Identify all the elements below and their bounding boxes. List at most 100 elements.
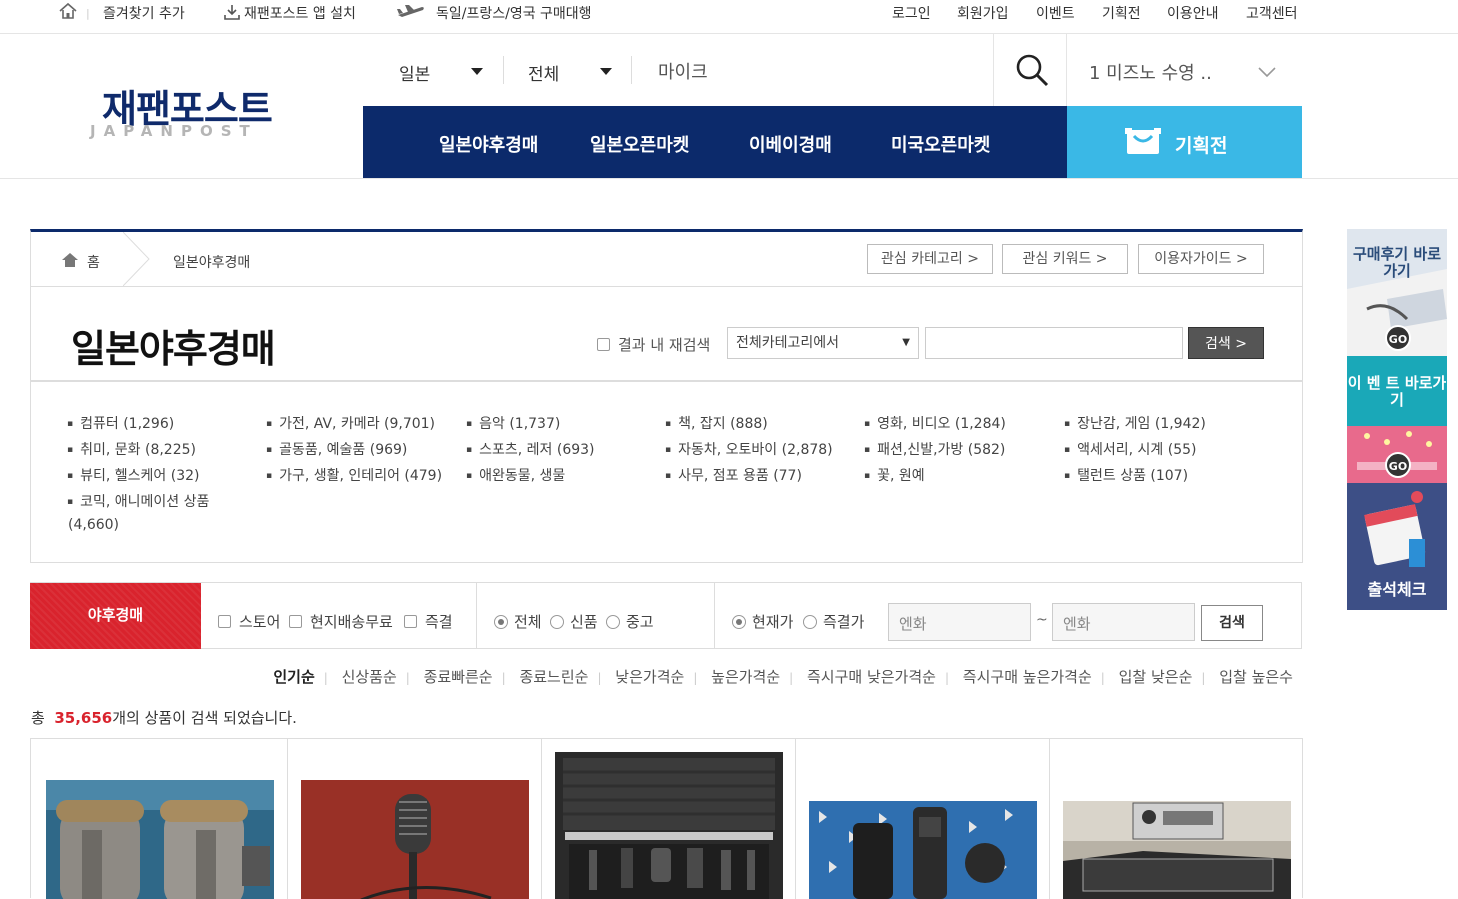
nav-tab-ebay-auction[interactable]: 이베이경매 [749, 131, 832, 157]
category-link[interactable]: 장난감, 게임 (1,942) [1064, 413, 1206, 433]
product-image[interactable] [555, 752, 783, 899]
category-link[interactable]: 애완동물, 생물 [466, 465, 565, 485]
support-link[interactable]: 고객센터 [1246, 3, 1298, 23]
chevron-down-icon[interactable] [471, 68, 483, 75]
separator: | [789, 671, 794, 685]
category-link[interactable]: 골동품, 예술품 (969) [266, 439, 407, 459]
category-count[interactable]: (4,660) [68, 517, 119, 533]
special-promo-button[interactable]: 기획전 [1067, 106, 1302, 179]
free-shipping-filter[interactable]: 현지배송무료 [289, 611, 393, 632]
home-icon[interactable] [61, 252, 79, 268]
sort-bids-low[interactable]: 입찰 낮은순 [1119, 666, 1193, 687]
store-filter[interactable]: 스토어 [218, 611, 280, 632]
category-select[interactable]: 전체 [528, 60, 559, 85]
chevron-down-icon[interactable] [1257, 66, 1277, 78]
checkbox[interactable] [218, 615, 231, 628]
refine-search-input[interactable] [925, 327, 1183, 359]
category-link[interactable]: 꽃, 원예 [864, 465, 925, 485]
radio[interactable] [606, 615, 620, 629]
price-min-input[interactable]: 엔화 [888, 603, 1031, 641]
price-current-radio[interactable]: 현재가 [732, 611, 793, 632]
nav-tab-japan-open-market[interactable]: 일본오픈마켓 [590, 131, 689, 157]
category-link[interactable]: 영화, 비디오 (1,284) [864, 413, 1006, 433]
quick-event-banner[interactable]: 이 벤 트 바로가기 GO [1347, 356, 1447, 483]
separator: | [597, 671, 602, 685]
refine-checkbox[interactable] [597, 338, 610, 351]
special-link[interactable]: 기획전 [1102, 3, 1141, 23]
site-logo[interactable]: 재팬포스트 JAPANPOST [90, 78, 300, 144]
category-link[interactable]: 취미, 문화 (8,225) [67, 439, 196, 459]
radio[interactable] [803, 615, 817, 629]
checkbox[interactable] [404, 615, 417, 628]
divider [476, 583, 477, 649]
login-link[interactable]: 로그인 [892, 3, 931, 23]
refine-search-button[interactable]: 검색 > [1188, 327, 1264, 359]
price-max-input[interactable]: 엔화 [1052, 603, 1195, 641]
product-image[interactable] [809, 801, 1037, 899]
sort-buynow-low[interactable]: 즉시구매 낮은가격순 [807, 666, 936, 687]
sort-ending-soon[interactable]: 종료빠른순 [424, 666, 493, 687]
refine-search-toggle[interactable]: 결과 내 재검색 [597, 334, 710, 355]
user-guide-button[interactable]: 이용자가이드 > [1138, 244, 1264, 274]
guide-link[interactable]: 이용안내 [1167, 3, 1219, 23]
sort-popular[interactable]: 인기순 [273, 666, 314, 687]
product-image[interactable] [301, 780, 529, 899]
nav-tab-yahoo-auction[interactable]: 일본야후경매 [439, 131, 538, 157]
category-link[interactable]: 탤런트 상품 (107) [1064, 465, 1188, 485]
condition-all-radio[interactable]: 전체 [494, 611, 542, 632]
category-link[interactable]: 자동차, 오토바이 (2,878) [665, 439, 833, 459]
category-link[interactable]: 사무, 점포 용품 (77) [665, 465, 802, 485]
price-buynow-radio[interactable]: 즉결가 [803, 611, 864, 632]
search-input[interactable] [658, 54, 978, 88]
category-link[interactable]: 뷰티, 헬스케어 (32) [67, 465, 199, 485]
radio[interactable] [550, 615, 564, 629]
category-link[interactable]: 패션,신발,가방 (582) [864, 439, 1005, 459]
product-card[interactable] [288, 739, 542, 899]
product-card[interactable] [1050, 739, 1304, 899]
bookmark-link[interactable]: 즐겨찾기 추가 [103, 3, 185, 23]
buy-now-filter[interactable]: 즉결 [404, 611, 453, 632]
event-link[interactable]: 이벤트 [1036, 3, 1075, 23]
category-link[interactable]: 코믹, 애니메이션 상품 [67, 491, 209, 511]
chevron-down-icon[interactable] [600, 68, 612, 75]
product-image[interactable] [1063, 801, 1291, 899]
sort-ending-late[interactable]: 종료느린순 [519, 666, 588, 687]
signup-link[interactable]: 회원가입 [957, 3, 1009, 23]
category-link[interactable]: 책, 잡지 (888) [665, 413, 768, 433]
recent-search-dropdown[interactable]: 1 미즈노 수영 .. [1067, 34, 1302, 106]
sort-bids-high[interactable]: 입찰 높은수 [1219, 666, 1293, 687]
price-search-button[interactable]: 검색 [1201, 605, 1263, 641]
quick-attendance-banner[interactable]: 출석체크 [1347, 483, 1447, 610]
product-card[interactable] [31, 739, 288, 899]
product-card[interactable] [796, 739, 1050, 899]
category-link[interactable]: 가구, 생활, 인테리어 (479) [266, 465, 442, 485]
market-select[interactable]: 일본 [399, 60, 430, 85]
refine-category-select[interactable]: 전체카테고리에서 ▼ [727, 327, 919, 359]
radio[interactable] [732, 615, 746, 629]
category-link[interactable]: 음악 (1,737) [466, 413, 560, 433]
search-bar: 일본 전체 [363, 34, 1067, 106]
search-button[interactable] [993, 34, 1067, 106]
checkbox[interactable] [289, 615, 302, 628]
favorite-category-button[interactable]: 관심 카테고리 > [867, 244, 993, 274]
category-link[interactable]: 컴퓨터 (1,296) [67, 413, 174, 433]
category-link[interactable]: 액세서리, 시계 (55) [1064, 439, 1196, 459]
app-install-link[interactable]: 재팬포스트 앱 설치 [244, 3, 356, 23]
sort-price-high[interactable]: 높은가격순 [711, 666, 780, 687]
sort-buynow-high[interactable]: 즉시구매 높은가격순 [963, 666, 1092, 687]
sort-price-low[interactable]: 낮은가격순 [615, 666, 684, 687]
category-link[interactable]: 가전, AV, 카메라 (9,701) [266, 413, 435, 433]
home-icon[interactable] [58, 2, 78, 24]
breadcrumb-home[interactable]: 홈 [87, 252, 100, 272]
condition-new-radio[interactable]: 신품 [550, 611, 598, 632]
category-link[interactable]: 스포츠, 레저 (693) [466, 439, 594, 459]
quick-review-banner[interactable]: 구매후기 바로가기 GO [1347, 229, 1447, 356]
product-card[interactable] [542, 739, 796, 899]
radio[interactable] [494, 615, 508, 629]
condition-used-radio[interactable]: 중고 [606, 611, 654, 632]
sort-newest[interactable]: 신상품순 [342, 666, 397, 687]
nav-tab-us-open-market[interactable]: 미국오픈마켓 [891, 131, 990, 157]
product-image[interactable] [46, 780, 274, 899]
overseas-proxy-link[interactable]: 독일/프랑스/영국 구매대행 [436, 3, 592, 23]
favorite-keyword-button[interactable]: 관심 키워드 > [1002, 244, 1128, 274]
